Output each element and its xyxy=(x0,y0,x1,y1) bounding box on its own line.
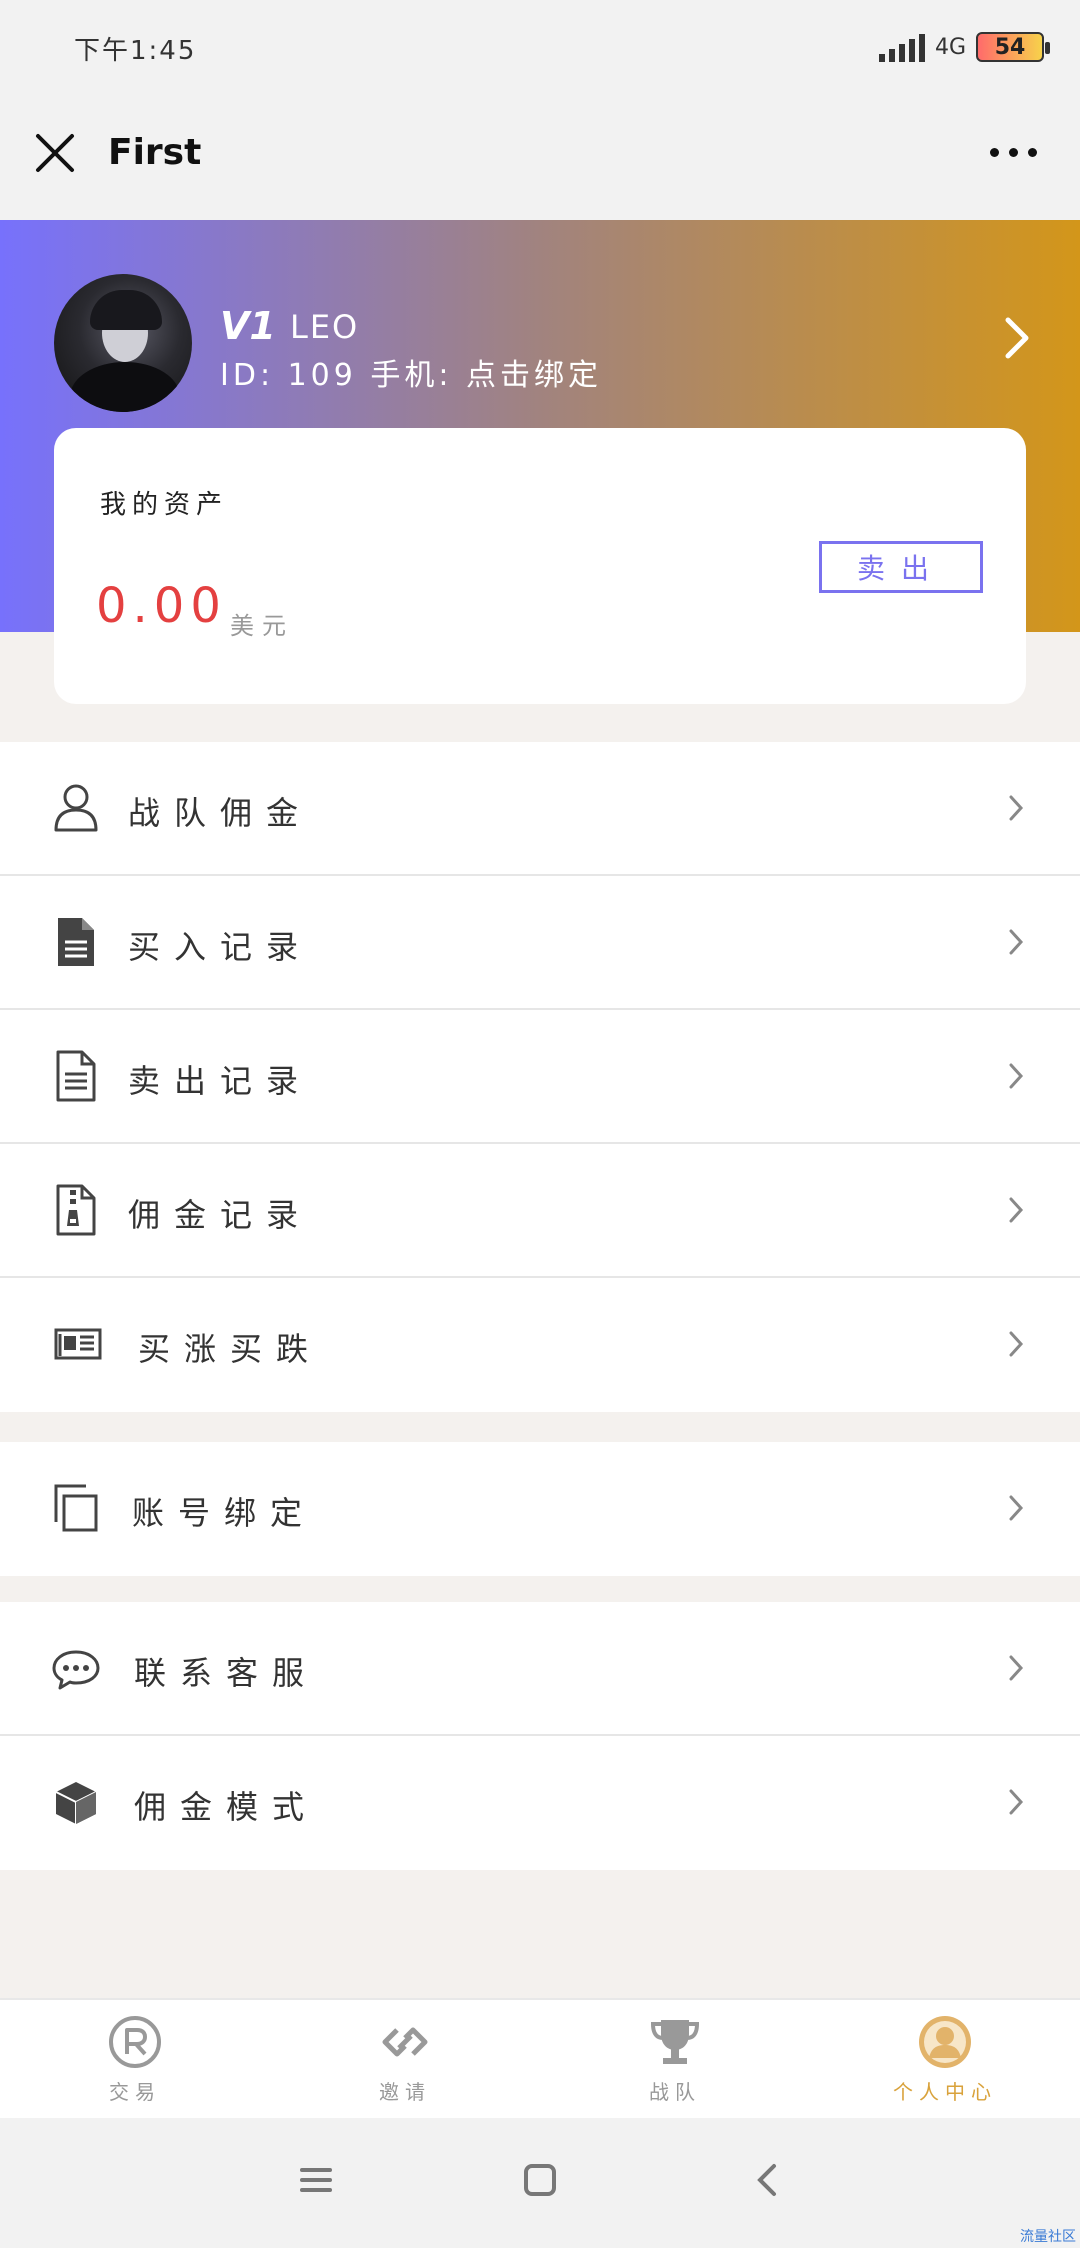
menu-label: 卖出记录 xyxy=(128,1062,313,1100)
status-time: 下午1:45 xyxy=(74,36,197,66)
menu-label: 佣金模式 xyxy=(134,1788,319,1826)
asset-unit: 美元 xyxy=(230,612,294,640)
chevron-right-icon xyxy=(1009,1655,1024,1681)
chevron-right-icon xyxy=(1009,795,1024,821)
registered-icon xyxy=(109,2016,161,2068)
username: LEO xyxy=(290,308,360,346)
newspaper-icon xyxy=(54,1328,102,1360)
menu-label: 战队佣金 xyxy=(128,794,313,832)
asset-card: 我的资产 0.00 美元 卖出 xyxy=(54,428,1026,704)
document-outline-icon xyxy=(56,1050,96,1102)
chevron-right-icon xyxy=(1009,1789,1024,1815)
copy-icon xyxy=(54,1484,98,1532)
user-id-line[interactable]: ID: 109 手机: 点击绑定 xyxy=(220,350,602,394)
menu-label: 联系客服 xyxy=(134,1654,319,1692)
watermark: 流量社区 xyxy=(1020,2229,1076,2245)
chevron-right-icon[interactable] xyxy=(1002,316,1032,360)
menu-label: 买入记录 xyxy=(128,928,313,966)
tab-label: 个人中心 xyxy=(893,2080,997,2104)
chevron-right-icon xyxy=(1009,1495,1024,1521)
tab-bar: 交易 邀请 战队 个人中心 xyxy=(0,1998,1080,2118)
chevron-right-icon xyxy=(1009,1197,1024,1223)
document-filled-icon xyxy=(58,918,94,966)
menu-item-commission-records[interactable]: 佣金记录 xyxy=(0,1144,1080,1278)
link-icon xyxy=(382,2027,428,2057)
signal-icon xyxy=(878,32,925,62)
asset-amount: 0.00 xyxy=(96,578,227,634)
menu-label: 账号绑定 xyxy=(132,1494,317,1532)
battery-icon: 54 xyxy=(976,32,1050,62)
cube-icon xyxy=(55,1782,97,1824)
menu-item-sell-records[interactable]: 卖出记录 xyxy=(0,1010,1080,1144)
zip-file-icon xyxy=(56,1184,96,1236)
chevron-right-icon xyxy=(1009,1063,1024,1089)
menu-item-buy-records[interactable]: 买入记录 xyxy=(0,876,1080,1010)
tab-label: 战队 xyxy=(649,2080,701,2104)
menu-label: 买涨买跌 xyxy=(138,1330,323,1368)
menu-item-customer-service[interactable]: 联系客服 xyxy=(0,1602,1080,1736)
menu-item-account-binding[interactable]: 账号绑定 xyxy=(0,1442,1080,1576)
tab-label: 交易 xyxy=(109,2080,161,2104)
menu-item-commission-mode[interactable]: 佣金模式 xyxy=(0,1736,1080,1870)
menu-icon[interactable] xyxy=(296,2160,336,2200)
chevron-right-icon xyxy=(1009,929,1024,955)
sell-button[interactable]: 卖出 xyxy=(819,541,983,593)
asset-title: 我的资产 xyxy=(100,490,229,520)
trophy-icon xyxy=(650,2020,700,2064)
tab-team[interactable]: 战队 xyxy=(540,2000,810,2118)
more-options-icon[interactable] xyxy=(990,142,1050,162)
nav-bar: First xyxy=(0,92,1080,220)
page-title: First xyxy=(108,132,202,173)
menu-group-account: 账号绑定 xyxy=(0,1442,1080,1576)
home-icon[interactable] xyxy=(520,2160,560,2200)
status-bar: 下午1:45 4G 54 xyxy=(0,0,1080,92)
vip-badge: V1 xyxy=(220,304,276,348)
tab-label: 邀请 xyxy=(379,2080,431,2104)
status-indicators: 4G 54 xyxy=(878,30,1050,64)
person-icon xyxy=(54,784,98,832)
menu-group-support: 联系客服 佣金模式 xyxy=(0,1602,1080,1870)
tab-invite[interactable]: 邀请 xyxy=(270,2000,540,2118)
avatar[interactable] xyxy=(54,274,192,412)
battery-level: 54 xyxy=(994,34,1026,60)
tab-personal-center[interactable]: 个人中心 xyxy=(810,2000,1080,2118)
menu-group-records: 战队佣金 买入记录 卖出记录 佣金记录 买涨买跌 xyxy=(0,742,1080,1412)
system-nav-bar: 流量社区 xyxy=(0,2118,1080,2248)
back-icon[interactable] xyxy=(748,2160,788,2200)
user-circle-icon xyxy=(919,2016,971,2068)
menu-item-team-commission[interactable]: 战队佣金 xyxy=(0,742,1080,876)
chevron-right-icon xyxy=(1009,1331,1024,1357)
network-type: 4G xyxy=(934,34,966,60)
tab-trade[interactable]: 交易 xyxy=(0,2000,270,2118)
close-icon[interactable] xyxy=(30,128,80,178)
chat-icon xyxy=(52,1650,100,1690)
menu-item-buy-up-down[interactable]: 买涨买跌 xyxy=(0,1278,1080,1412)
menu-label: 佣金记录 xyxy=(128,1196,313,1234)
